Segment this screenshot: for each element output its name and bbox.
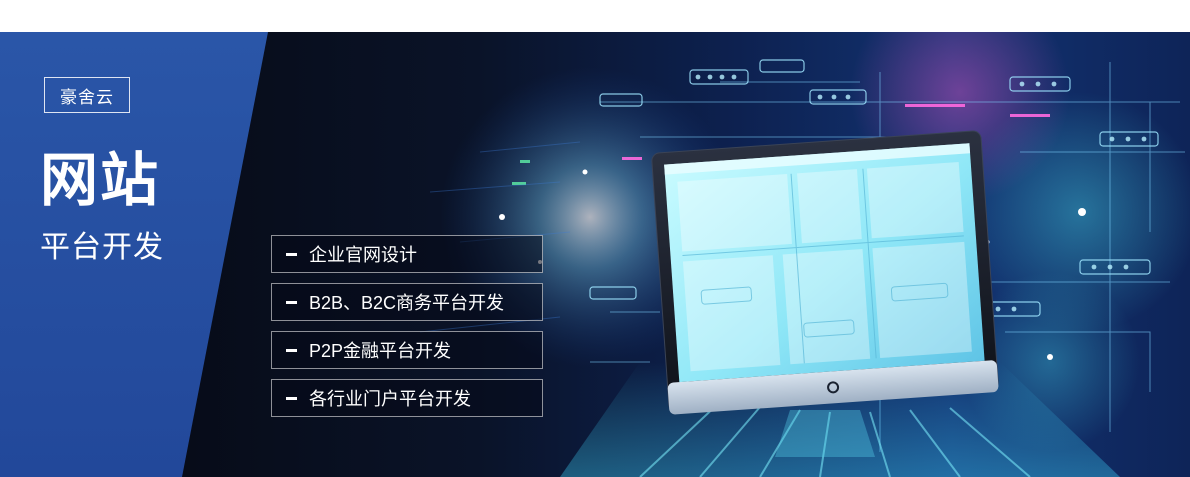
dash-icon [286, 348, 297, 352]
service-item-label: 各行业门户平台开发 [309, 389, 471, 409]
dash-icon [286, 396, 297, 400]
hero-title: 网站 [40, 148, 161, 213]
dash-icon [286, 300, 297, 304]
service-item-label: 企业官网设计 [309, 245, 417, 265]
brand-name: 豪舍云 [60, 87, 114, 107]
service-item-p2p-finance[interactable]: P2P金融平台开发 [271, 331, 543, 369]
dash-icon [286, 252, 297, 256]
service-list: 企业官网设计 B2B、B2C商务平台开发 P2P金融平台开发 各行业门户平台开发 [271, 235, 543, 427]
brand-badge: 豪舍云 [44, 77, 130, 113]
service-item-ecommerce-platform[interactable]: B2B、B2C商务平台开发 [271, 283, 543, 321]
service-item-industry-portal[interactable]: 各行业门户平台开发 [271, 379, 543, 417]
hero-subtitle: 平台开发 [40, 231, 164, 264]
hero-banner: 豪舍云 网站 平台开发 企业官网设计 B2B、B2C商务平台开发 P2P金融平台… [0, 32, 1190, 477]
service-item-label: P2P金融平台开发 [309, 341, 452, 361]
service-item-corporate-website[interactable]: 企业官网设计 [271, 235, 543, 273]
service-item-label: B2B、B2C商务平台开发 [309, 293, 505, 313]
